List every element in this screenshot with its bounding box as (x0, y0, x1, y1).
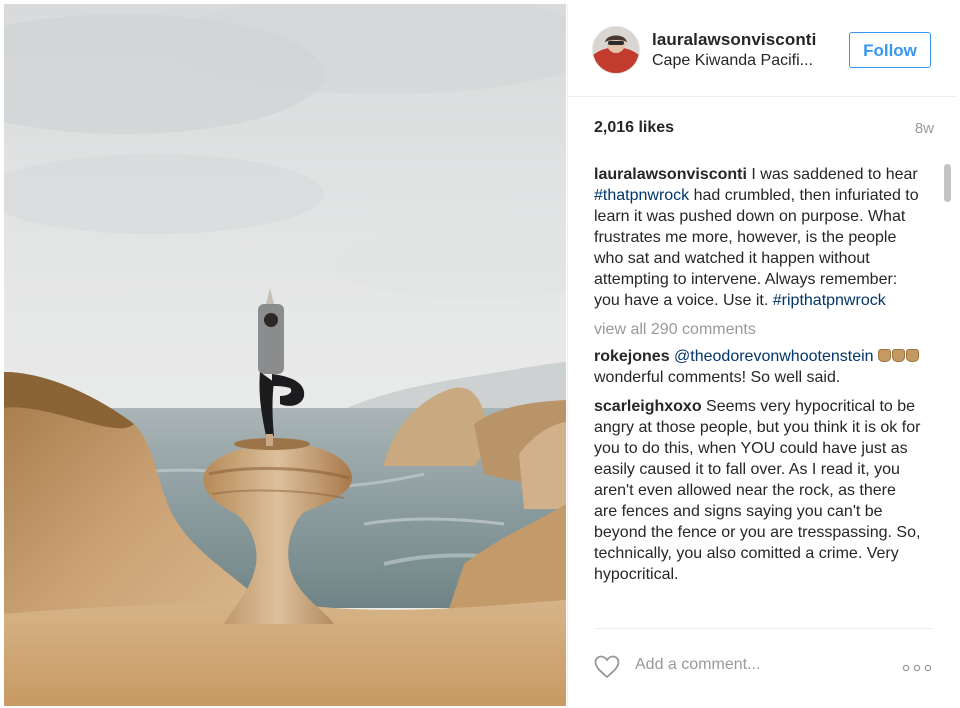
caption-username[interactable]: lauralawsonvisconti (594, 166, 747, 183)
post-age[interactable]: 8w (915, 120, 934, 137)
more-options-icon[interactable] (902, 664, 932, 672)
avatar[interactable] (592, 26, 640, 74)
comment-username[interactable]: rokejones (594, 348, 670, 365)
post-header: lauralawsonvisconti Cape Kiwanda Pacifi.… (568, 4, 957, 97)
post-username[interactable]: lauralawsonvisconti (652, 30, 816, 50)
comment-item: scarleighxoxo Seems very hypocritical to… (594, 396, 922, 585)
comment-text: wonderful comments! So well said. (594, 369, 841, 386)
add-comment-input[interactable] (635, 656, 885, 674)
comment-username[interactable]: scarleighxoxo (594, 398, 702, 415)
hashtag-link[interactable]: #ripthatpnwrock (773, 292, 886, 309)
thumbs-up-emoji-icon (878, 348, 920, 365)
scrollbar-thumb[interactable] (944, 164, 951, 202)
divider (594, 628, 934, 629)
hashtag-link[interactable]: #thatpnwrock (594, 187, 689, 204)
caption-text-1: I was saddened to hear (746, 166, 918, 183)
comments-list[interactable]: lauralawsonvisconti I was saddened to he… (594, 164, 922, 628)
caption-text-2: had crumbled, then infuriated to learn i… (594, 187, 919, 309)
avatar-image (593, 27, 639, 73)
comments-scrollbar[interactable] (943, 162, 951, 628)
comment-item: rokejones @theodorevonwhootenstein wonde… (594, 346, 922, 388)
view-all-comments-link[interactable]: view all 290 comments (594, 319, 922, 340)
post-photo-image (4, 4, 566, 706)
follow-button[interactable]: Follow (849, 32, 931, 68)
post-photo[interactable] (4, 4, 566, 706)
post-side-panel: lauralawsonvisconti Cape Kiwanda Pacifi.… (567, 4, 957, 706)
comment-text: Seems very hypocritical to be angry at t… (594, 398, 921, 583)
heart-outline-icon[interactable] (594, 655, 620, 679)
caption: lauralawsonvisconti I was saddened to he… (594, 164, 922, 311)
mention-link[interactable]: @theodorevonwhootenstein (674, 348, 874, 365)
post-location[interactable]: Cape Kiwanda Pacifi... (652, 52, 813, 70)
likes-count[interactable]: 2,016 likes (594, 119, 674, 137)
instagram-post-frame: lauralawsonvisconti Cape Kiwanda Pacifi.… (0, 0, 960, 708)
likes-row: 2,016 likes 8w (594, 119, 934, 143)
